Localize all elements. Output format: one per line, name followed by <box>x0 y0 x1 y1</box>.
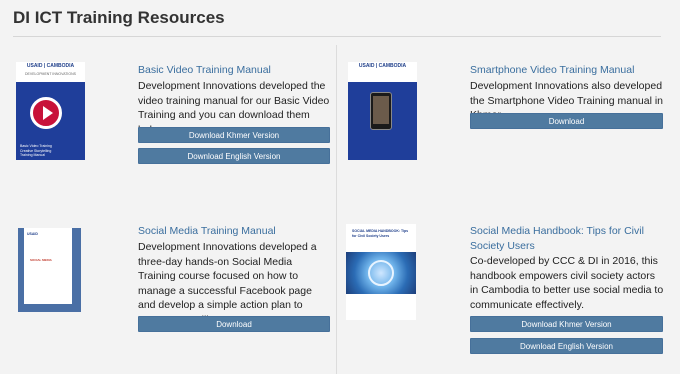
card-description-social-media-handbook: Co-developed by CCC & DI in 2016, this h… <box>470 255 664 311</box>
social-media-training-cover[interactable]: USAID SOCIAL MEDIA <box>18 228 81 312</box>
social-media-handbook-cover[interactable]: SOCIAL MEDIA HANDBOOK: Tips for Civil So… <box>346 224 416 320</box>
smartphone-manual-cover[interactable]: USAID | CAMBODIA <box>348 62 417 160</box>
play-triangle-icon <box>43 106 53 120</box>
title-divider <box>13 36 661 37</box>
cover-header: SOCIAL MEDIA HANDBOOK: Tips for Civil So… <box>352 229 409 238</box>
card-description-social-media-training: Development Innovations developed a thre… <box>138 241 317 326</box>
download-khmer-button[interactable]: Download Khmer Version <box>470 316 663 332</box>
phone-screen <box>373 96 389 124</box>
download-english-button[interactable]: Download English Version <box>138 148 330 164</box>
cover-subtitle: DEVELOPMENT INNOVATIONS <box>25 72 76 76</box>
basic-video-manual-cover[interactable]: USAID | CAMBODIA DEVELOPMENT INNOVATIONS… <box>16 62 85 160</box>
cover-header: USAID | CAMBODIA <box>358 63 407 69</box>
page-title: DI ICT Training Resources <box>13 8 225 27</box>
cover-header: USAID | CAMBODIA <box>16 62 85 71</box>
download-button[interactable]: Download <box>138 316 330 332</box>
download-button[interactable]: Download <box>470 113 663 129</box>
cover-page <box>24 228 72 304</box>
card-title-social-media-handbook[interactable]: Social Media Handbook: Tips for Civil So… <box>470 224 666 254</box>
cover-header: USAID <box>27 232 38 236</box>
globe-icon <box>368 260 394 286</box>
card-title-smartphone-video[interactable]: Smartphone Video Training Manual <box>470 63 665 78</box>
download-khmer-button[interactable]: Download Khmer Version <box>138 127 330 143</box>
cover-label: SOCIAL MEDIA <box>30 258 52 262</box>
column-divider <box>336 45 337 374</box>
cover-caption: Basic Video Training Creative Storytelli… <box>20 144 52 157</box>
download-english-button[interactable]: Download English Version <box>470 338 663 354</box>
card-title-basic-video[interactable]: Basic Video Training Manual <box>138 63 328 78</box>
card-title-social-media-training[interactable]: Social Media Training Manual <box>138 224 328 239</box>
